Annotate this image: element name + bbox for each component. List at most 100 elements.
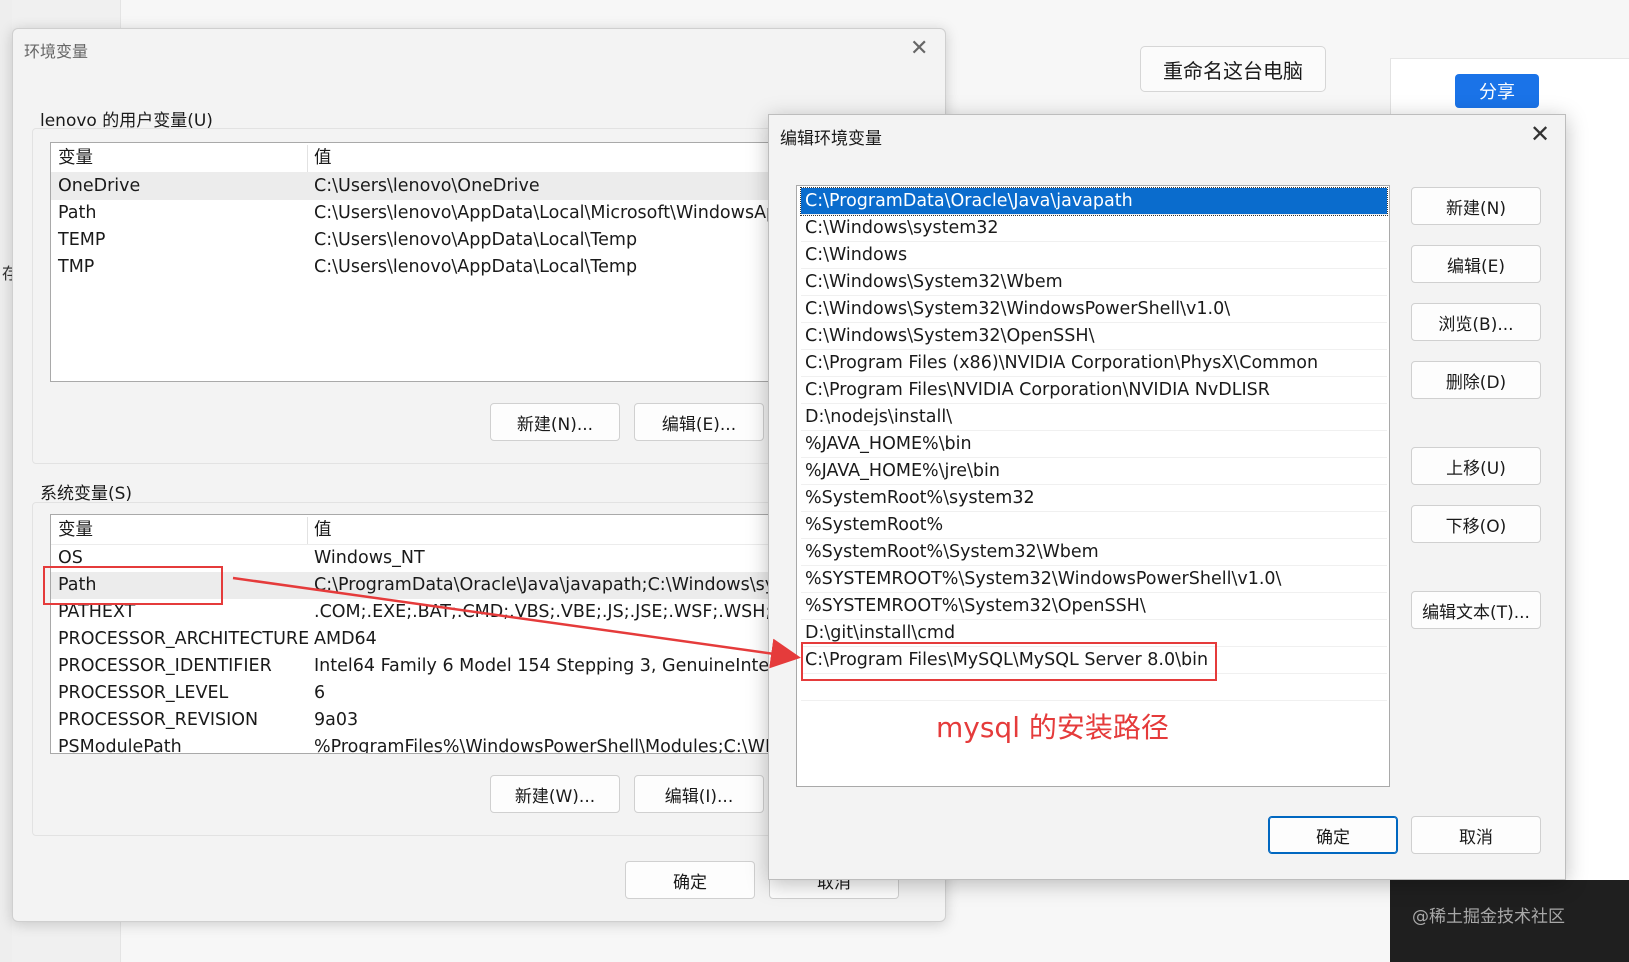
watermark: @稀土掘金技术社区 (1412, 907, 1565, 927)
variable-value: 9a03 (314, 710, 359, 730)
variable-value: C:\Users\lenovo\AppData\Local\Temp (314, 230, 638, 250)
path-text: %SystemRoot% (805, 515, 944, 535)
column-header-variable[interactable]: 变量 (58, 145, 93, 172)
edit-ok-button[interactable]: 确定 (1268, 816, 1398, 854)
path-text: %SystemRoot%\system32 (805, 488, 1035, 508)
annotation-label: mysql 的安装路径 (936, 711, 1169, 744)
table-row[interactable]: PSModulePath %ProgramFiles%\WindowsPower… (51, 734, 791, 754)
path-entry[interactable]: C:\Program Files\NVIDIA Corporation\NVID… (801, 377, 1387, 404)
edit-cancel-button[interactable]: 取消 (1411, 816, 1541, 854)
path-edit-text-button[interactable]: 编辑文本(T)... (1411, 591, 1541, 629)
close-icon[interactable]: ✕ (910, 36, 928, 61)
path-entry[interactable]: %JAVA_HOME%\bin (801, 431, 1387, 458)
variable-value: C:\Users\lenovo\AppData\Local\Microsoft\… (314, 203, 792, 223)
annotation-box-mysql-path (801, 642, 1217, 681)
path-entry[interactable]: %JAVA_HOME%\jre\bin (801, 458, 1387, 485)
column-header-value[interactable]: 值 (314, 145, 332, 172)
variable-value: %ProgramFiles%\WindowsPowerShell\Modules… (314, 737, 784, 754)
variable-name: PSModulePath (58, 737, 182, 754)
column-divider[interactable] (307, 145, 308, 172)
path-entry[interactable]: C:\Windows\System32\OpenSSH\ (801, 323, 1387, 350)
user-new-button[interactable]: 新建(N)... (490, 403, 620, 441)
path-entry[interactable]: C:\Windows\System32\Wbem (801, 269, 1387, 296)
ok-button[interactable]: 确定 (625, 861, 755, 899)
path-entry[interactable]: %SYSTEMROOT%\System32\WindowsPowerShell\… (801, 566, 1387, 593)
variable-value: .COM;.EXE;.BAT;.CMD;.VBS;.VBE;.JS;.JSE;.… (314, 602, 792, 622)
list-header: 变量 值 (51, 145, 791, 173)
variable-name: OneDrive (58, 176, 141, 196)
rename-pc-button[interactable]: 重命名这台电脑 (1140, 46, 1326, 92)
variable-value: Intel64 Family 6 Model 154 Stepping 3, G… (314, 656, 775, 676)
path-text: %SYSTEMROOT%\System32\OpenSSH\ (805, 596, 1146, 616)
variable-value: 6 (314, 683, 326, 703)
background-window-edge (0, 0, 12, 962)
variable-value: C:\Users\lenovo\AppData\Local\Temp (314, 257, 638, 277)
variable-name: PROCESSOR_REVISION (58, 710, 259, 730)
table-row[interactable]: PROCESSOR_IDENTIFIER Intel64 Family 6 Mo… (51, 653, 791, 680)
path-browse-button[interactable]: 浏览(B)... (1411, 303, 1541, 341)
path-entry[interactable]: %SYSTEMROOT%\System32\OpenSSH\ (801, 593, 1387, 620)
system-variables-label: 系统变量(S) (40, 484, 133, 504)
table-row[interactable]: PROCESSOR_ARCHITECTURE AMD64 (51, 626, 791, 653)
user-variables-list[interactable]: 变量 值 OneDrive C:\Users\lenovo\OneDrive P… (50, 142, 792, 382)
path-entry[interactable]: C:\Program Files (x86)\NVIDIA Corporatio… (801, 350, 1387, 377)
path-text: %SYSTEMROOT%\System32\WindowsPowerShell\… (805, 569, 1282, 589)
list-header: 变量 值 (51, 517, 791, 545)
variable-name: PROCESSOR_LEVEL (58, 683, 229, 703)
path-text: C:\Windows\system32 (805, 218, 999, 238)
background-browser-topbar (1390, 0, 1629, 59)
path-text: C:\Windows\System32\WindowsPowerShell\v1… (805, 299, 1231, 319)
path-entry[interactable]: C:\Windows\system32 (801, 215, 1387, 242)
variable-value: AMD64 (314, 629, 377, 649)
path-new-button[interactable]: 新建(N) (1411, 187, 1541, 225)
close-icon[interactable]: ✕ (1530, 120, 1550, 148)
system-edit-button[interactable]: 编辑(I)... (634, 775, 764, 813)
path-entries-list[interactable]: C:\ProgramData\Oracle\Java\javapath C:\W… (796, 185, 1390, 787)
table-row[interactable]: Path C:\Users\lenovo\AppData\Local\Micro… (51, 200, 791, 227)
path-entry[interactable]: %SystemRoot% (801, 512, 1387, 539)
variable-name: TEMP (58, 230, 106, 250)
dialog-title: 编辑环境变量 (780, 129, 882, 149)
path-text: %SystemRoot%\System32\Wbem (805, 542, 1099, 562)
path-text: %JAVA_HOME%\bin (805, 434, 972, 454)
path-edit-button[interactable]: 编辑(E) (1411, 245, 1541, 283)
path-text: C:\Program Files (x86)\NVIDIA Corporatio… (805, 353, 1319, 373)
column-header-value[interactable]: 值 (314, 517, 332, 544)
system-variables-list[interactable]: 变量 值 OS Windows_NT Path C:\ProgramData\O… (50, 514, 792, 754)
path-delete-button[interactable]: 删除(D) (1411, 361, 1541, 399)
path-entry[interactable]: C:\Windows\System32\WindowsPowerShell\v1… (801, 296, 1387, 323)
path-text: C:\Program Files\NVIDIA Corporation\NVID… (805, 380, 1270, 400)
variable-name: PROCESSOR_ARCHITECTURE (58, 629, 310, 649)
path-text: C:\Windows\System32\OpenSSH\ (805, 326, 1095, 346)
column-divider[interactable] (307, 517, 308, 544)
variable-value: C:\Users\lenovo\OneDrive (314, 176, 540, 196)
path-text: C:\Windows (805, 245, 908, 265)
path-text: C:\Windows\System32\Wbem (805, 272, 1063, 292)
variable-name: Path (58, 203, 97, 223)
table-row[interactable]: TMP C:\Users\lenovo\AppData\Local\Temp (51, 254, 791, 281)
path-text: C:\ProgramData\Oracle\Java\javapath (805, 191, 1133, 211)
path-text: %JAVA_HOME%\jre\bin (805, 461, 1000, 481)
table-row[interactable]: PROCESSOR_REVISION 9a03 (51, 707, 791, 734)
path-entry[interactable]: C:\ProgramData\Oracle\Java\javapath (800, 187, 1388, 216)
path-move-up-button[interactable]: 上移(U) (1411, 447, 1541, 485)
variable-name: PROCESSOR_IDENTIFIER (58, 656, 272, 676)
system-new-button[interactable]: 新建(W)... (490, 775, 620, 813)
column-header-variable[interactable]: 变量 (58, 517, 93, 544)
path-entry[interactable]: %SystemRoot%\system32 (801, 485, 1387, 512)
path-move-down-button[interactable]: 下移(O) (1411, 505, 1541, 543)
path-entry[interactable]: %SystemRoot%\System32\Wbem (801, 539, 1387, 566)
path-entry[interactable]: D:\nodejs\install\ (801, 404, 1387, 431)
share-button[interactable]: 分享 (1455, 74, 1539, 108)
table-row[interactable]: TEMP C:\Users\lenovo\AppData\Local\Temp (51, 227, 791, 254)
user-edit-button[interactable]: 编辑(E)... (634, 403, 764, 441)
variable-name: TMP (58, 257, 95, 277)
table-row[interactable]: OneDrive C:\Users\lenovo\OneDrive (51, 173, 791, 200)
path-entry[interactable]: C:\Windows (801, 242, 1387, 269)
dialog-title: 环境变量 (24, 42, 89, 61)
table-row[interactable]: PROCESSOR_LEVEL 6 (51, 680, 791, 707)
variable-value: Windows_NT (314, 548, 425, 568)
annotation-box-path-variable (43, 566, 223, 605)
variable-value: C:\ProgramData\Oracle\Java\javapath;C:\W… (314, 575, 792, 595)
user-variables-label: lenovo 的用户变量(U) (40, 111, 213, 131)
